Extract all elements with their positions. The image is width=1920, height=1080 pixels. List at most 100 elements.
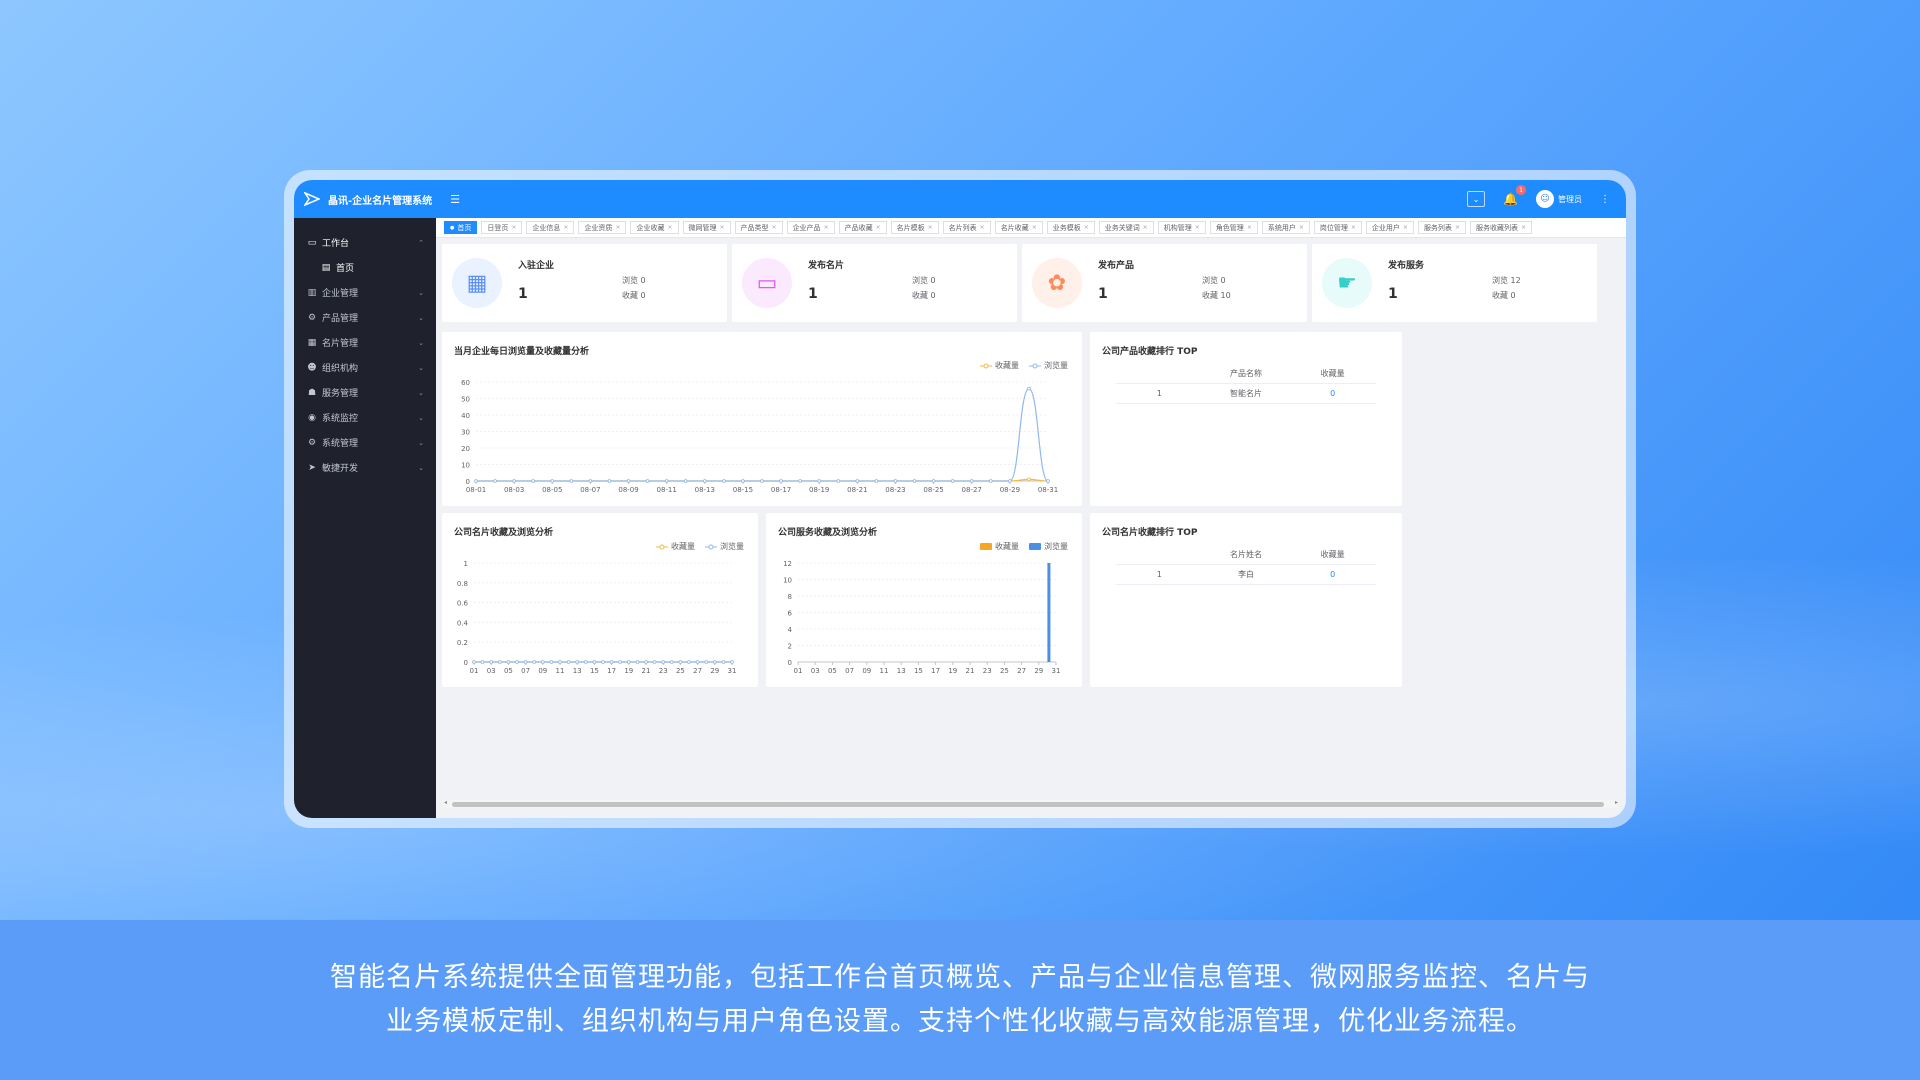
- tab-item[interactable]: 企业收藏 ×: [630, 221, 679, 234]
- tab-item[interactable]: 角色管理 ×: [1209, 221, 1258, 234]
- chevron-down-icon: ⌄: [418, 413, 424, 422]
- table-row[interactable]: 1 智能名片 0: [1116, 384, 1376, 404]
- x-tick-label: 03: [487, 667, 496, 675]
- stat-title: 发布产品: [1098, 261, 1135, 271]
- close-icon[interactable]: ×: [1455, 224, 1460, 231]
- tab-item[interactable]: 企业用户 ×: [1365, 221, 1414, 234]
- stat-card[interactable]: ☛ 发布服务 1 浏览 12 收藏 0: [1312, 244, 1597, 322]
- close-icon[interactable]: ×: [615, 224, 620, 231]
- close-icon[interactable]: ×: [980, 224, 985, 231]
- caption-line-2: 业务模板定制、组织机构与用户角色设置。支持个性化收藏与高效能源管理，优化业务流程…: [386, 1006, 1534, 1037]
- x-tick-label: 08-17: [771, 486, 791, 494]
- sidebar-item-label: 系统监控: [322, 414, 359, 424]
- sidebar-item-workbench[interactable]: ▭ 工作台 ⌃: [294, 230, 436, 255]
- user-menu[interactable]: ☺ 管理员: [1536, 190, 1582, 208]
- tab-item[interactable]: 系统用户 ×: [1261, 221, 1310, 234]
- close-icon[interactable]: ×: [1143, 224, 1148, 231]
- close-icon[interactable]: ×: [1299, 224, 1304, 231]
- tab-item[interactable]: 企业资质 ×: [578, 221, 627, 234]
- settings-icon: ⚙: [307, 437, 317, 448]
- table-row[interactable]: 1 李白 0: [1116, 565, 1376, 585]
- scroll-left-icon[interactable]: ◂: [444, 799, 447, 806]
- tab-item[interactable]: 业务关键词 ×: [1098, 221, 1154, 234]
- close-icon[interactable]: ×: [876, 224, 881, 231]
- close-icon[interactable]: ×: [1247, 224, 1252, 231]
- tab-label: 企业信息: [532, 223, 561, 232]
- tab-item[interactable]: 产品收藏 ×: [838, 221, 887, 234]
- card-icon: ▦: [307, 337, 317, 348]
- stat-card[interactable]: ✿ 发布产品 1 浏览 0 收藏 10: [1022, 244, 1307, 322]
- close-icon[interactable]: ×: [1195, 224, 1200, 231]
- bell-icon[interactable]: 🔔 1: [1503, 185, 1526, 206]
- sidebar-item-system[interactable]: ⚙ 系统管理 ⌄: [294, 430, 436, 455]
- close-icon[interactable]: ×: [1403, 224, 1408, 231]
- close-icon[interactable]: ×: [928, 224, 933, 231]
- close-icon[interactable]: ×: [720, 224, 725, 231]
- tab-item[interactable]: 机构管理 ×: [1157, 221, 1206, 234]
- tab-item[interactable]: 名片收藏 ×: [994, 221, 1043, 234]
- stat-value: 1: [1388, 286, 1398, 302]
- more-icon[interactable]: ⋮: [1600, 194, 1610, 205]
- tab-item[interactable]: 产品类型 ×: [734, 221, 783, 234]
- chevron-down-icon: ⌄: [418, 463, 424, 472]
- close-icon[interactable]: ×: [1521, 224, 1526, 231]
- data-point: [661, 660, 666, 664]
- close-icon[interactable]: ×: [511, 224, 516, 231]
- tab-item[interactable]: 名片列表 ×: [942, 221, 991, 234]
- stat-browse: 浏览 12: [1492, 275, 1521, 286]
- x-tick-label: 23: [983, 667, 992, 675]
- sidebar-item-product[interactable]: ⚙ 产品管理 ⌄: [294, 305, 436, 330]
- tab-item[interactable]: 日登页 ×: [481, 221, 523, 234]
- tab-item[interactable]: 业务模板 ×: [1046, 221, 1095, 234]
- tab-item[interactable]: 企业产品 ×: [786, 221, 835, 234]
- tab-item[interactable]: 微网管理 ×: [682, 221, 731, 234]
- tab-item[interactable]: 服务列表 ×: [1417, 221, 1466, 234]
- data-point: [893, 479, 898, 483]
- sidebar-item-org[interactable]: ☻ 组织机构 ⌄: [294, 355, 436, 380]
- sidebar-item-service[interactable]: ☗ 服务管理 ⌄: [294, 380, 436, 405]
- column-header: 收藏量: [1320, 369, 1345, 378]
- card-line-chart: 0 0.2 0.4 0.6 0.8 1 01 03 05 07 09 11 13 15 17 19 21 23 25…: [457, 560, 737, 675]
- close-icon[interactable]: ×: [1351, 224, 1356, 231]
- close-icon[interactable]: ×: [1084, 224, 1089, 231]
- tab-item[interactable]: 岗位管理 ×: [1313, 221, 1362, 234]
- menu-toggle-icon[interactable]: ☰: [450, 193, 460, 206]
- y-tick-label: 0: [466, 478, 470, 486]
- close-icon[interactable]: ×: [772, 224, 777, 231]
- sidebar-item-monitor[interactable]: ◉ 系统监控 ⌄: [294, 405, 436, 430]
- x-tick-label: 27: [1017, 667, 1026, 675]
- sidebar-item-label: 敏捷开发: [322, 464, 359, 474]
- series-line: [475, 387, 1049, 482]
- x-tick-label: 07: [521, 667, 530, 675]
- service-bar-chart: 0 2 4 6 8 10 12 01 03 05 07 09 11 13 15 17 19 21 23 25 27 29 3…: [783, 560, 1060, 675]
- data-point: [609, 660, 614, 664]
- tab-label: 企业用户: [1371, 223, 1400, 232]
- scroll-thumb[interactable]: [452, 802, 1604, 807]
- stat-number: 12: [1510, 276, 1521, 285]
- data-point: [912, 479, 917, 483]
- horizontal-scrollbar[interactable]: ◂ ▸: [444, 799, 1618, 808]
- column-header: 名片姓名: [1230, 550, 1262, 559]
- sidebar-item-enterprise[interactable]: ▥ 企业管理 ⌄: [294, 280, 436, 305]
- stat-label: 浏览: [622, 276, 638, 285]
- close-icon[interactable]: ×: [667, 224, 672, 231]
- close-icon[interactable]: ×: [824, 224, 829, 231]
- close-icon[interactable]: ×: [1032, 224, 1037, 231]
- dropdown-icon[interactable]: ⌄: [1467, 191, 1486, 207]
- y-tick-label: 8: [788, 593, 792, 601]
- people-icon: ☻: [307, 362, 317, 373]
- stat-fav: 收藏 0: [622, 290, 646, 301]
- close-icon[interactable]: ×: [563, 224, 568, 231]
- sidebar-item-dev[interactable]: ➤ 敏捷开发 ⌄: [294, 455, 436, 480]
- tab-item[interactable]: 企业信息 ×: [526, 221, 575, 234]
- sidebar-item-home[interactable]: ▤ 首页: [294, 255, 436, 280]
- stat-title: 入驻企业: [518, 261, 555, 271]
- stat-card[interactable]: ▦ 入驻企业 1 浏览 0 收藏 0: [442, 244, 727, 322]
- scroll-right-icon[interactable]: ▸: [1615, 799, 1618, 806]
- tab-item[interactable]: 服务收藏列表 ×: [1469, 221, 1532, 234]
- tab-item[interactable]: 名片模板 ×: [890, 221, 939, 234]
- stat-card[interactable]: ▭ 发布名片 1 浏览 0 收藏 0: [732, 244, 1017, 322]
- tab-label: 服务收藏列表: [1475, 223, 1518, 232]
- tab-item[interactable]: ● 首页: [444, 221, 478, 234]
- sidebar-item-card[interactable]: ▦ 名片管理 ⌄: [294, 330, 436, 355]
